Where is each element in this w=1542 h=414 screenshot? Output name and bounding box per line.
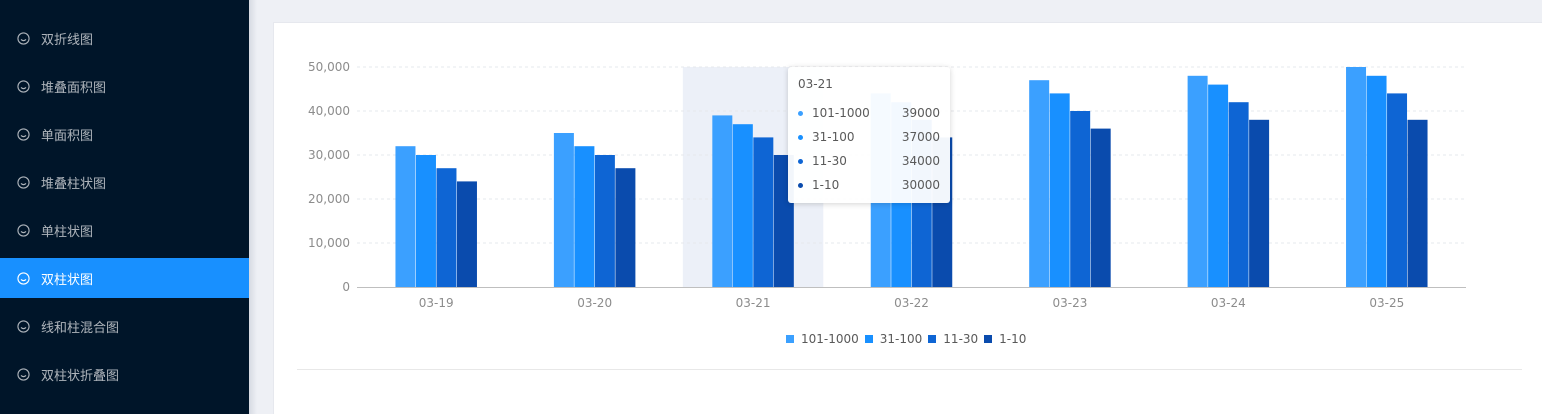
sidebar-item-label: 双柱状图 — [41, 272, 94, 288]
smile-icon — [17, 79, 30, 93]
tooltip-dot — [798, 134, 803, 140]
bar — [712, 115, 733, 288]
x-tick-label: 03-22 — [894, 296, 929, 310]
sidebar-shadow — [249, 0, 257, 414]
tooltip-row: 1-10 30000 — [798, 173, 940, 197]
sidebar-item-label: 堆叠柱状图 — [41, 176, 107, 192]
tooltip-series-name: 31-100 — [812, 130, 855, 144]
legend-item-11-30[interactable]: 11-30 — [928, 332, 978, 346]
sidebar-item-stacked-bar[interactable]: 堆叠柱状图 — [0, 162, 249, 202]
tooltip-dot — [798, 110, 803, 116]
x-tick-label: 03-21 — [736, 296, 771, 310]
sidebar-item-label: 双柱状折叠图 — [41, 368, 120, 384]
sidebar-item-label: 堆叠面积图 — [41, 80, 107, 96]
sidebar-item-dual-bar[interactable]: 双柱状图 — [0, 258, 249, 298]
bar — [1249, 119, 1270, 287]
bar — [1090, 128, 1111, 287]
tooltip-dot — [798, 182, 803, 188]
sidebar: 双折线图 堆叠面积图 单面积图 堆叠柱状图 单柱状图 双柱状图 线和柱混合图 双… — [0, 0, 249, 414]
bar — [1070, 111, 1091, 287]
bar — [594, 155, 615, 287]
x-tick-label: 03-20 — [577, 296, 612, 310]
tooltip-series-value: 39000 — [901, 106, 940, 120]
legend-item-1-10[interactable]: 1-10 — [984, 332, 1026, 346]
tooltip-row: 31-100 37000 — [798, 125, 940, 149]
smile-icon — [17, 319, 30, 333]
legend-swatch — [984, 335, 993, 343]
tooltip-row: 101-1000 39000 — [798, 101, 940, 125]
bar — [1187, 75, 1208, 287]
bar — [574, 146, 595, 287]
y-tick-label: 30,000 — [308, 148, 350, 162]
legend-swatch — [864, 335, 873, 343]
y-tick-label: 0 — [342, 280, 350, 294]
bar — [1049, 93, 1070, 288]
sidebar-item-stacked-area[interactable]: 堆叠面积图 — [0, 66, 249, 106]
legend-swatch — [786, 335, 794, 343]
legend-item-31-100[interactable]: 31-100 — [864, 332, 923, 346]
bar — [1346, 67, 1367, 287]
chart-tooltip: 03-21 101-1000 39000 31-100 37000 11-30 … — [788, 67, 950, 203]
bar — [1208, 84, 1229, 287]
legend-label: 101-1000 — [801, 332, 859, 346]
tooltip-series-value: 37000 — [901, 130, 940, 144]
bar — [753, 137, 774, 287]
legend-label: 1-10 — [999, 332, 1027, 346]
smile-icon — [17, 271, 30, 285]
bar — [732, 124, 753, 287]
bar — [395, 146, 416, 287]
card-divider — [297, 369, 1522, 370]
smile-icon — [17, 31, 30, 45]
y-tick-label: 10,000 — [308, 236, 350, 250]
smile-icon — [17, 223, 30, 237]
tooltip-row: 11-30 34000 — [798, 149, 940, 173]
y-tick-label: 20,000 — [308, 192, 350, 206]
sidebar-item-label: 单柱状图 — [41, 224, 94, 240]
sidebar-item-label: 线和柱混合图 — [41, 320, 120, 336]
legend-item-101-1000[interactable]: 101-1000 — [786, 332, 859, 346]
bar — [1366, 75, 1387, 287]
sidebar-item-dual-bar-folded[interactable]: 双柱状折叠图 — [0, 354, 249, 394]
bar — [1387, 93, 1408, 288]
x-tick-label: 03-23 — [1052, 296, 1087, 310]
sidebar-item-dual-line[interactable]: 双折线图 — [0, 18, 249, 58]
bar — [436, 168, 457, 287]
chart-legend: 101-1000 31-100 11-30 1-10 — [786, 330, 1032, 348]
x-tick-label: 03-19 — [419, 296, 454, 310]
bar — [415, 155, 436, 287]
y-tick-label: 50,000 — [308, 60, 350, 74]
tooltip-series-value: 30000 — [901, 178, 940, 192]
x-tick-label: 03-25 — [1369, 296, 1404, 310]
tooltip-series-name: 11-30 — [812, 154, 847, 168]
legend-label: 11-30 — [943, 332, 979, 346]
tooltip-series-name: 1-10 — [812, 178, 840, 192]
bar — [1407, 119, 1428, 287]
bar — [1228, 102, 1249, 287]
sidebar-item-single-area[interactable]: 单面积图 — [0, 114, 249, 154]
sidebar-item-label: 单面积图 — [41, 128, 94, 144]
tooltip-series-value: 34000 — [901, 154, 940, 168]
bar — [553, 133, 574, 287]
bar — [615, 168, 636, 287]
legend-label: 31-100 — [879, 332, 923, 346]
sidebar-item-line-bar-mix[interactable]: 线和柱混合图 — [0, 306, 249, 346]
smile-icon — [17, 367, 30, 381]
legend-swatch — [928, 335, 937, 343]
y-tick-label: 40,000 — [308, 104, 350, 118]
x-tick-label: 03-24 — [1211, 296, 1246, 310]
bar — [456, 181, 477, 287]
sidebar-item-label: 双折线图 — [41, 32, 94, 48]
tooltip-title: 03-21 — [798, 77, 833, 91]
bar — [1029, 80, 1050, 287]
tooltip-series-name: 101-1000 — [812, 106, 870, 120]
smile-icon — [17, 175, 30, 189]
tooltip-dot — [798, 158, 803, 164]
smile-icon — [17, 127, 30, 141]
sidebar-item-single-bar[interactable]: 单柱状图 — [0, 210, 249, 250]
